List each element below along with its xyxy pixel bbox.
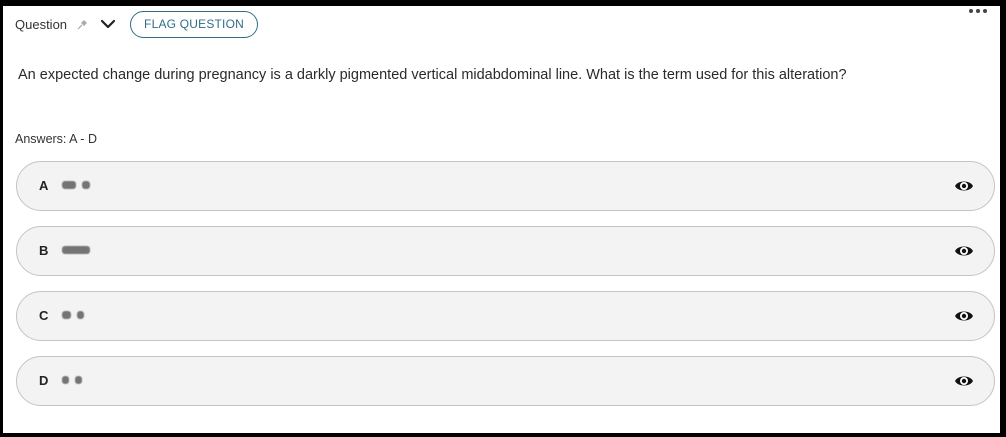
answer-option-a[interactable]: A <box>16 161 995 211</box>
eye-icon[interactable] <box>954 242 974 260</box>
option-letter: D <box>39 373 49 388</box>
flag-question-button[interactable]: FLAG QUESTION <box>130 10 258 38</box>
redacted-answer-text <box>62 309 84 321</box>
redacted-answer-text <box>62 244 90 256</box>
more-options-icon[interactable] <box>967 7 989 15</box>
question-header: Question FLAG QUESTION <box>15 10 258 38</box>
chevron-down-icon[interactable] <box>100 18 116 30</box>
answers-label: Answers: A - D <box>15 132 97 146</box>
question-text: An expected change during pregnancy is a… <box>18 67 847 83</box>
redacted-answer-text <box>62 374 82 386</box>
eye-icon[interactable] <box>954 177 974 195</box>
option-letter: A <box>39 178 49 193</box>
answer-option-b[interactable]: B <box>16 226 995 276</box>
pin-icon[interactable] <box>76 19 88 31</box>
question-panel: Question FLAG QUESTION An expected chang… <box>0 0 1006 437</box>
question-label: Question <box>15 16 68 32</box>
option-letter: B <box>39 243 49 258</box>
eye-icon[interactable] <box>954 372 974 390</box>
eye-icon[interactable] <box>954 307 974 325</box>
answer-option-c[interactable]: C <box>16 291 995 341</box>
option-letter: C <box>39 308 49 323</box>
redacted-answer-text <box>62 179 90 191</box>
answer-option-d[interactable]: D <box>16 356 995 406</box>
